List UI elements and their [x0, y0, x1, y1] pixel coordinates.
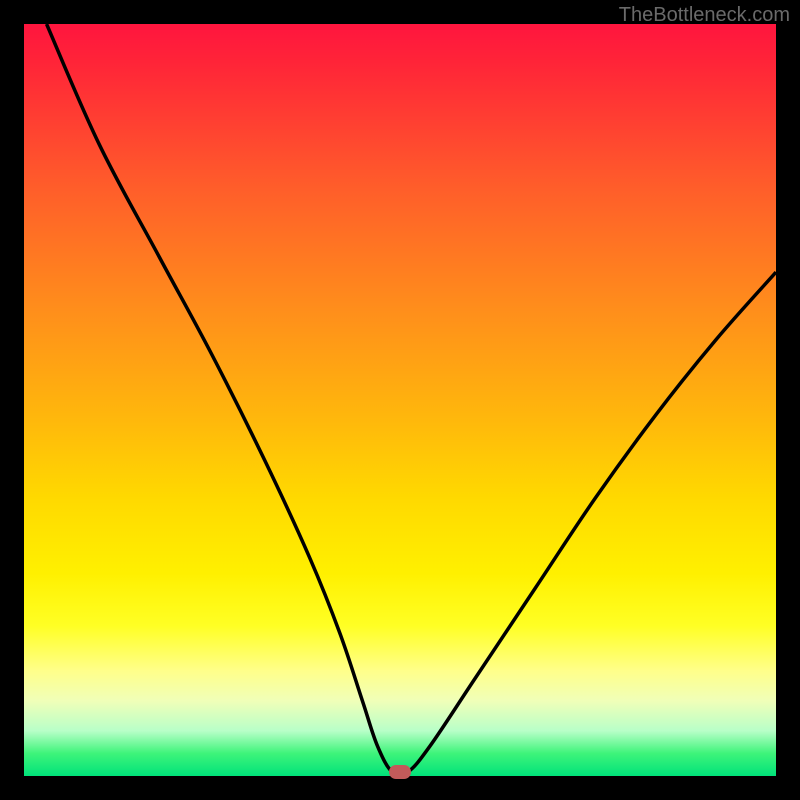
- optimum-marker: [389, 765, 411, 779]
- watermark-text: TheBottleneck.com: [619, 4, 790, 27]
- plot-area: [24, 24, 776, 776]
- bottleneck-curve: [47, 24, 776, 776]
- curve-svg: [24, 24, 776, 776]
